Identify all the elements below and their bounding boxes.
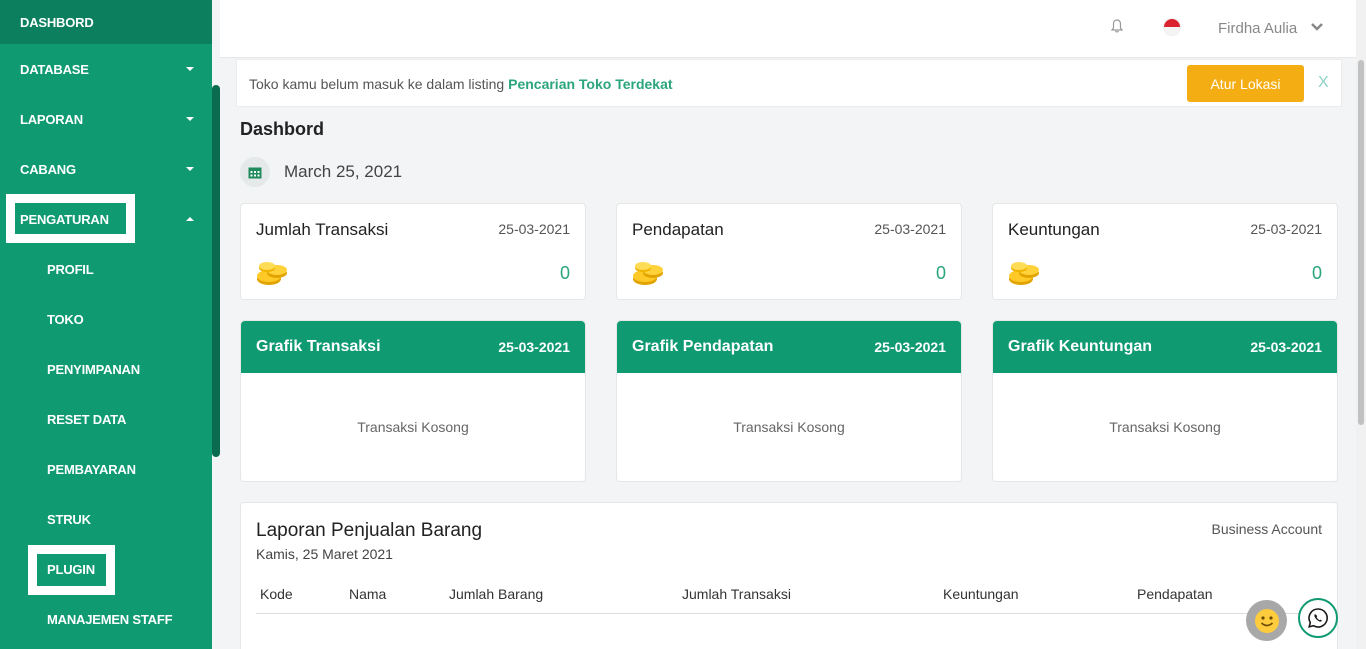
stat-title: Jumlah Transaksi [256,220,389,239]
page-scrollbar-thumb[interactable] [1358,60,1364,425]
calendar-icon[interactable] [240,157,270,187]
graph-card-header: Grafik Transaksi 25-03-2021 [241,321,585,373]
sidebar-scrollbar[interactable] [212,85,220,457]
stat-value: 0 [559,263,570,283]
report-date: Kamis, 25 Maret 2021 [256,546,393,562]
stat-card-pendapatan: Pendapatan 25-03-2021 0 [616,203,962,300]
sidebar-subitem-profil[interactable]: PROFIL [0,244,212,294]
sidebar-subitem-toko[interactable]: TOKO [0,294,212,344]
sidebar-item-label: RESET DATA [47,411,127,427]
sidebar-item-label: STRUK [47,511,91,527]
sidebar-item-database[interactable]: DATABASE [0,44,212,94]
graph-date: 25-03-2021 [874,339,946,355]
sidebar-subitem-reset-data[interactable]: RESET DATA [0,394,212,444]
graph-date: 25-03-2021 [1250,339,1322,355]
column-header-pendapatan[interactable]: Pendapatan [1137,586,1213,602]
sidebar-item-dashbord[interactable]: DASHBORD [0,0,212,44]
graph-card-pendapatan: Grafik Pendapatan 25-03-2021 Transaksi K… [616,320,962,482]
table-divider [256,613,1322,614]
page-scrollbar[interactable] [1356,0,1366,649]
whatsapp-button[interactable] [1298,598,1338,638]
notice-link[interactable]: Pencarian Toko Terdekat [508,76,672,92]
location-notice: Toko kamu belum masuk ke dalam listing P… [236,59,1342,107]
flag-icon[interactable] [1164,19,1180,35]
sidebar-item-label: PENYIMPANAN [47,361,140,377]
sidebar-subitem-penyimpanan[interactable]: PENYIMPANAN [0,344,212,394]
column-header-kode[interactable]: Kode [260,586,293,602]
coins-icon [1009,262,1039,285]
stat-card-keuntungan: Keuntungan 25-03-2021 0 [992,203,1338,300]
notice-text: Toko kamu belum masuk ke dalam listing P… [249,76,673,92]
graph-title: Grafik Keuntungan [1008,338,1153,355]
sidebar-subitem-manajemen-staff[interactable]: MANAJEMEN STAFF [0,594,212,644]
coins-icon [633,262,663,285]
atur-lokasi-button[interactable]: Atur Lokasi [1187,65,1304,102]
graph-card-keuntungan: Grafik Keuntungan 25-03-2021 Transaksi K… [992,320,1338,482]
sidebar-subitem-pembayaran[interactable]: PEMBAYARAN [0,444,212,494]
graph-empty-text: Transaksi Kosong [357,419,469,435]
column-header-nama[interactable]: Nama [349,586,386,602]
feedback-button[interactable] [1246,600,1287,641]
graph-card-header: Grafik Pendapatan 25-03-2021 [617,321,961,373]
notice-message: Toko kamu belum masuk ke dalam listing [249,76,509,92]
caret-down-icon [186,167,194,171]
sidebar-item-cabang[interactable]: CABANG [0,144,212,194]
column-header-keuntungan[interactable]: Keuntungan [943,586,1019,602]
account-type: Business Account [1211,521,1322,537]
caret-up-icon [186,217,194,221]
stat-title: Keuntungan [1008,220,1100,239]
caret-down-icon [186,117,194,121]
sidebar-subitem-plugin[interactable]: PLUGIN [0,544,212,594]
stat-value: 0 [935,263,946,283]
close-icon[interactable]: X [1318,74,1329,92]
smile-icon [1254,608,1279,633]
stat-card-transaksi: Jumlah Transaksi 25-03-2021 0 [240,203,586,300]
graph-empty-text: Transaksi Kosong [733,419,845,435]
sidebar-item-label: PLUGIN [47,561,95,577]
whatsapp-icon [1308,608,1328,628]
graph-date: 25-03-2021 [498,339,570,355]
stat-date: 25-03-2021 [1250,221,1322,237]
sidebar: DASHBORD DATABASE LAPORAN CABANG PENGATU… [0,0,212,649]
sidebar-item-label: PENGATURAN [20,211,109,227]
graph-title: Grafik Transaksi [256,338,381,355]
sidebar-item-label: LAPORAN [20,111,83,127]
page-title: Dashbord [240,119,325,139]
sales-report-card: Laporan Penjualan Barang Kamis, 25 Maret… [240,502,1338,649]
bell-icon[interactable] [1111,19,1123,33]
user-name[interactable]: Firdha Aulia [1218,20,1297,37]
stat-date: 25-03-2021 [874,221,946,237]
graph-card-header: Grafik Keuntungan 25-03-2021 [993,321,1337,373]
top-bar: Firdha Aulia [220,0,1366,58]
column-header-jumlah-barang[interactable]: Jumlah Barang [449,586,543,602]
sidebar-subitem-struk[interactable]: STRUK [0,494,212,544]
caret-down-icon [186,67,194,71]
sidebar-item-pengaturan[interactable]: PENGATURAN [0,194,212,244]
sidebar-item-label: CABANG [20,161,76,177]
sidebar-item-label: PROFIL [47,261,94,277]
graph-title: Grafik Pendapatan [632,338,774,355]
coins-icon [257,262,287,285]
stat-date: 25-03-2021 [498,221,570,237]
column-header-jumlah-transaksi[interactable]: Jumlah Transaksi [682,586,791,602]
stat-value: 0 [1311,263,1322,283]
graph-card-transaksi: Grafik Transaksi 25-03-2021 Transaksi Ko… [240,320,586,482]
sidebar-item-laporan[interactable]: LAPORAN [0,94,212,144]
sidebar-item-label: DATABASE [20,61,89,77]
sidebar-item-label: DASHBORD [20,14,94,30]
stat-title: Pendapatan [632,220,724,239]
report-title: Laporan Penjualan Barang [256,520,483,541]
graph-empty-text: Transaksi Kosong [1109,419,1221,435]
sidebar-item-label: MANAJEMEN STAFF [47,611,173,627]
chevron-down-icon[interactable] [1310,22,1324,32]
sidebar-item-label: TOKO [47,311,84,327]
current-date: March 25, 2021 [284,162,403,181]
sidebar-item-label: PEMBAYARAN [47,461,136,477]
